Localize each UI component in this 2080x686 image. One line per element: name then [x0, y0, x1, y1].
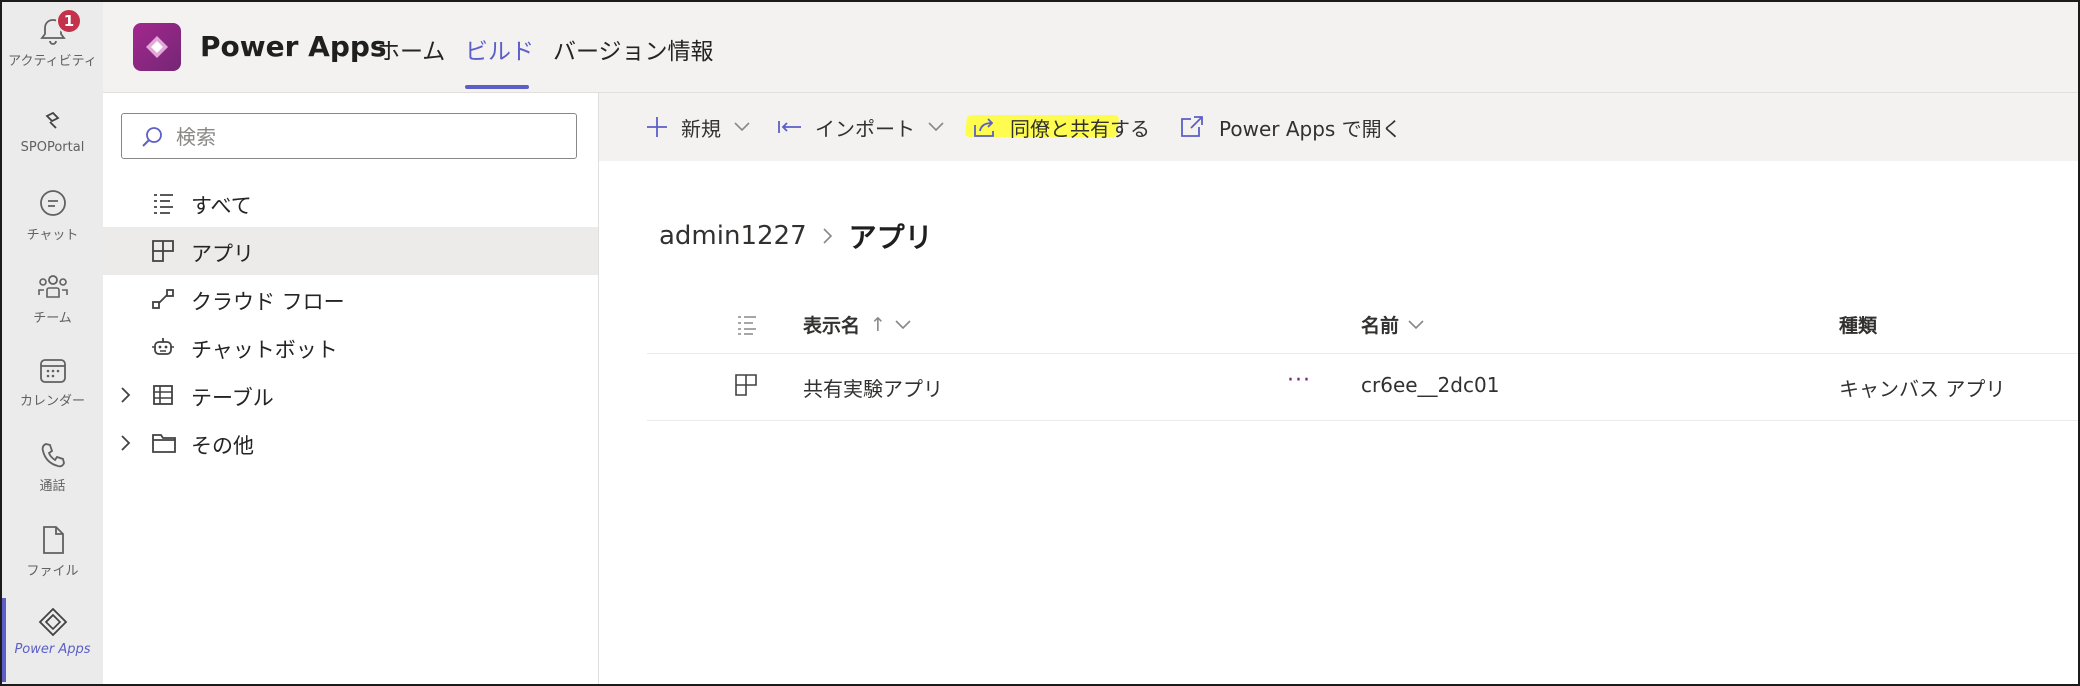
- calendar-icon: [39, 359, 66, 383]
- active-tab-underline: [465, 85, 529, 89]
- open-label: Power Apps で開く: [1219, 116, 1402, 141]
- rail-item-power-apps[interactable]: Power Apps: [2, 592, 103, 672]
- spo-icon: [44, 111, 60, 129]
- list-details-icon[interactable]: [735, 314, 759, 336]
- rail-label: ファイル: [26, 564, 79, 579]
- rail-item-calls[interactable]: 通話: [2, 427, 103, 507]
- search-input[interactable]: [174, 122, 558, 152]
- chat-icon: [39, 190, 66, 216]
- list-icon: [154, 194, 173, 214]
- rail-item-teams[interactable]: チーム: [2, 257, 103, 337]
- left-navigation-pane: すべて アプリ クラウド フロー チャットボット テーブル その他: [103, 93, 599, 684]
- teams-window: 1 アクティビティ SPOPortal チャット チーム カレンダー 通話 ファ…: [0, 0, 2080, 686]
- app-icon: [152, 240, 174, 262]
- rail-item-chat[interactable]: チャット: [2, 174, 103, 254]
- search-icon: [142, 127, 162, 147]
- tree-item-other[interactable]: その他: [103, 419, 598, 467]
- main-content: 新規 インポート 同僚と共有する Power Apps で開く admin122…: [599, 93, 2078, 684]
- tree-item-cloud-flows[interactable]: クラウド フロー: [103, 275, 598, 323]
- teams-icon: [37, 275, 68, 298]
- app-rail: 1 アクティビティ SPOPortal チャット チーム カレンダー 通話 ファ…: [2, 2, 103, 684]
- bot-icon: [152, 338, 174, 355]
- tab-home[interactable]: ホーム: [377, 32, 445, 66]
- cell-name: cr6ee__2dc01: [1361, 373, 1500, 397]
- tree-item-apps[interactable]: アプリ: [103, 227, 598, 275]
- import-button[interactable]: インポート: [777, 112, 945, 142]
- chevron-down-icon: [895, 319, 911, 329]
- share-label: 同僚と共有する: [1010, 116, 1150, 141]
- app-icon: [735, 374, 757, 396]
- rail-item-files[interactable]: ファイル: [2, 510, 103, 590]
- app-title: Power Apps: [200, 30, 387, 63]
- chevron-right-icon[interactable]: [117, 386, 133, 404]
- tab-about[interactable]: バージョン情報: [553, 32, 714, 66]
- import-icon: [778, 121, 801, 133]
- more-options-button[interactable]: ···: [1287, 368, 1311, 393]
- tree-item-label: テーブル: [191, 386, 274, 410]
- file-icon: [42, 526, 64, 554]
- tree-item-label: クラウド フロー: [191, 290, 345, 314]
- tree-item-all[interactable]: すべて: [103, 179, 598, 227]
- rail-item-calendar[interactable]: カレンダー: [2, 342, 103, 422]
- folder-icon: [152, 434, 176, 453]
- rail-label: SPOPortal: [20, 140, 85, 155]
- tree-item-chatbots[interactable]: チャットボット: [103, 323, 598, 371]
- notification-badge: 1: [56, 8, 82, 34]
- flow-icon: [152, 289, 174, 309]
- tree-item-label: チャットボット: [191, 338, 338, 362]
- tree-item-label: アプリ: [191, 242, 254, 266]
- cell-display-name[interactable]: 共有実験アプリ: [803, 373, 943, 402]
- open-external-icon: [1181, 116, 1203, 137]
- new-button[interactable]: 新規: [645, 112, 751, 142]
- tab-build[interactable]: ビルド: [465, 32, 534, 66]
- sort-ascending-icon: ↑: [870, 313, 886, 336]
- rail-label: カレンダー: [19, 394, 85, 409]
- power-apps-icon: [38, 607, 67, 637]
- rail-label: 通話: [39, 479, 66, 494]
- table-icon: [153, 385, 173, 405]
- chevron-down-icon: [928, 122, 944, 132]
- rail-label: チャット: [26, 228, 79, 243]
- power-apps-logo: [133, 23, 181, 71]
- rail-item-spoportal[interactable]: SPOPortal: [2, 92, 103, 172]
- grid-header: 表示名 ↑ 名前 種類: [647, 297, 2078, 354]
- column-header-name[interactable]: 名前: [1361, 311, 1425, 338]
- breadcrumb-parent[interactable]: admin1227: [659, 221, 807, 251]
- open-in-power-apps-button[interactable]: Power Apps で開く: [1179, 112, 1402, 142]
- cell-type: キャンバス アプリ: [1839, 377, 2006, 401]
- chevron-down-icon: [734, 122, 750, 132]
- rail-item-activity[interactable]: 1 アクティビティ: [2, 2, 103, 82]
- table-row[interactable]: 共有実験アプリ ··· cr6ee__2dc01 キャンバス アプリ: [647, 354, 2078, 421]
- plus-icon: [647, 117, 667, 137]
- chevron-right-icon[interactable]: [117, 434, 133, 452]
- import-label: インポート: [815, 116, 915, 141]
- breadcrumb: admin1227 アプリ: [659, 216, 933, 256]
- tree-item-label: その他: [191, 434, 254, 458]
- phone-icon: [41, 443, 65, 468]
- chevron-down-icon: [1408, 319, 1424, 329]
- share-button[interactable]: 同僚と共有する: [972, 112, 1150, 142]
- app-header: Power Apps ホーム ビルド バージョン情報: [103, 2, 2078, 93]
- column-header-type[interactable]: 種類: [1839, 311, 1877, 338]
- search-box[interactable]: [121, 113, 577, 159]
- rail-label: アクティビティ: [8, 54, 97, 69]
- share-icon: [974, 118, 994, 137]
- rail-label: Power Apps: [14, 642, 91, 657]
- column-header-display-name[interactable]: 表示名 ↑: [803, 311, 912, 338]
- tree-item-label: すべて: [191, 194, 252, 218]
- command-bar: 新規 インポート 同僚と共有する Power Apps で開く: [599, 93, 2078, 161]
- tree-item-tables[interactable]: テーブル: [103, 371, 598, 419]
- rail-label: チーム: [33, 311, 72, 326]
- chevron-right-icon: [823, 228, 832, 244]
- breadcrumb-current: アプリ: [848, 221, 933, 254]
- new-label: 新規: [681, 116, 721, 141]
